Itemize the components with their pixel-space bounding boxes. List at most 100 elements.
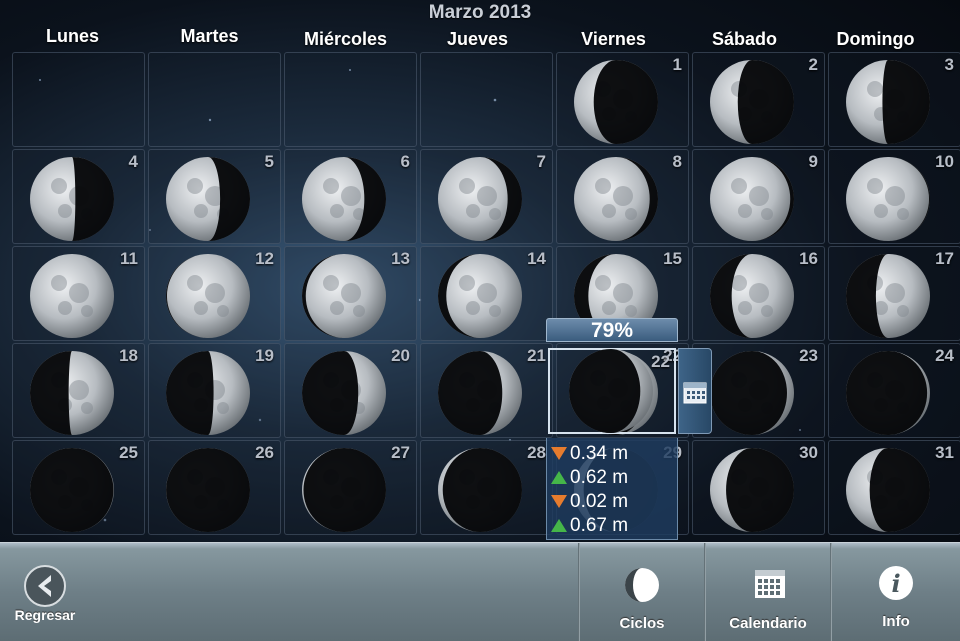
moon-phase-icon <box>166 157 250 241</box>
moon-phase-icon <box>438 448 522 532</box>
day-number: 20 <box>391 346 410 365</box>
day-number: 24 <box>935 346 954 365</box>
day-cell[interactable]: 31 <box>828 440 960 535</box>
tide-value: 0.67 m <box>570 515 629 536</box>
day-cell[interactable]: 16 <box>692 246 825 341</box>
day-cell[interactable]: 24 <box>828 343 960 438</box>
weekday-tuesday: Martes <box>180 26 239 46</box>
day-number: 11 <box>120 249 138 268</box>
info-label: Info <box>882 613 910 630</box>
day-number: 16 <box>799 249 818 268</box>
moon-phase-icon <box>710 448 794 532</box>
tide-row: 0.62 m <box>551 466 675 490</box>
day-cell[interactable]: 18 <box>12 343 145 438</box>
empty-day-cell <box>148 52 281 147</box>
moon-phase-icon <box>302 157 386 241</box>
day-cell[interactable]: 17 <box>828 246 960 341</box>
info-button[interactable]: i Info <box>832 543 960 641</box>
month-title: Marzo 2013 <box>428 2 532 23</box>
moon-cycle-icon <box>625 568 659 602</box>
day-cell[interactable]: 4 <box>12 149 145 244</box>
day-number: 30 <box>799 443 818 462</box>
day-number: 15 <box>663 249 682 268</box>
moon-phase-icon <box>30 254 114 338</box>
cycles-button[interactable]: Ciclos <box>580 543 704 641</box>
calendar-icon <box>755 570 785 598</box>
weekday-sunday: Domingo <box>836 29 915 49</box>
calendar-label: Calendario <box>729 615 807 632</box>
back-button[interactable]: Regresar <box>0 543 100 641</box>
moon-phase-icon <box>710 60 794 144</box>
tide-value: 0.02 m <box>570 491 629 512</box>
moon-phase-icon <box>30 448 114 532</box>
moon-phase-icon <box>846 60 930 144</box>
day-cell[interactable]: 13 <box>284 246 417 341</box>
day-cell[interactable]: 27 <box>284 440 417 535</box>
moon-phase-icon <box>710 254 794 338</box>
day-number: 19 <box>255 346 274 365</box>
moon-phase-icon <box>569 349 653 433</box>
day-number: 22 <box>651 352 670 371</box>
day-number: 21 <box>527 346 546 365</box>
day-cell[interactable]: 25 <box>12 440 145 535</box>
day-cell[interactable]: 21 <box>420 343 553 438</box>
moon-phase-icon <box>302 448 386 532</box>
weekday-header: Lunes Martes Miércoles Jueves Viernes Sá… <box>0 26 960 52</box>
day-cell[interactable]: 6 <box>284 149 417 244</box>
moon-phase-icon <box>302 254 386 338</box>
day-cell[interactable]: 7 <box>420 149 553 244</box>
tide-up-icon <box>551 519 567 533</box>
empty-day-cell <box>12 52 145 147</box>
tide-list: 0.34 m 0.62 m 0.02 m 0.67 m <box>546 438 678 540</box>
day-cell[interactable]: 8 <box>556 149 689 244</box>
svg-text:i: i <box>891 569 900 598</box>
bottom-toolbar: Regresar Ciclos Calendario i Info <box>0 542 960 641</box>
moon-phase-icon <box>166 254 250 338</box>
day-cell[interactable]: 26 <box>148 440 281 535</box>
illumination-percent: 79% <box>546 318 678 342</box>
tide-value: 0.34 m <box>570 443 629 464</box>
moon-phase-icon <box>438 157 522 241</box>
calendar-button[interactable]: Calendario <box>706 543 830 641</box>
moon-phase-icon <box>846 448 930 532</box>
day-cell[interactable]: 5 <box>148 149 281 244</box>
empty-day-cell <box>420 52 553 147</box>
day-number: 8 <box>672 152 682 171</box>
day-cell[interactable]: 30 <box>692 440 825 535</box>
moon-phase-icon <box>166 448 250 532</box>
moon-phase-icon <box>574 60 658 144</box>
moon-phase-icon <box>574 157 658 241</box>
day-number: 1 <box>672 55 682 74</box>
day-cell[interactable]: 28 <box>420 440 553 535</box>
weekday-saturday: Sábado <box>711 29 777 49</box>
tide-row: 0.67 m <box>551 514 675 538</box>
moon-phase-icon <box>846 351 930 435</box>
day-cell[interactable]: 3 <box>828 52 960 147</box>
moon-phase-icon <box>302 351 386 435</box>
calendar-icon <box>683 382 707 404</box>
tide-down-icon <box>551 495 567 509</box>
moon-phase-icon <box>30 157 114 241</box>
day-cell[interactable]: 12 <box>148 246 281 341</box>
day-cell[interactable]: 1 <box>556 52 689 147</box>
moon-phase-icon <box>846 157 930 241</box>
tide-row: 0.34 m <box>551 442 675 466</box>
add-to-calendar-button[interactable] <box>678 348 712 434</box>
tide-value: 0.62 m <box>570 467 629 488</box>
day-cell[interactable]: 19 <box>148 343 281 438</box>
day-number: 10 <box>935 152 954 171</box>
day-number: 14 <box>527 249 546 268</box>
moon-phase-icon <box>846 254 930 338</box>
day-number: 27 <box>391 443 410 462</box>
selected-day-cell[interactable]: 22 <box>548 348 676 434</box>
day-cell[interactable]: 14 <box>420 246 553 341</box>
weekday-friday: Viernes <box>581 29 646 49</box>
day-cell[interactable]: 2 <box>692 52 825 147</box>
moon-phase-icon <box>438 254 522 338</box>
day-cell[interactable]: 11 <box>12 246 145 341</box>
back-label: Regresar <box>14 607 76 623</box>
day-cell[interactable]: 10 <box>828 149 960 244</box>
tide-up-icon <box>551 471 567 485</box>
day-cell[interactable]: 9 <box>692 149 825 244</box>
day-cell[interactable]: 20 <box>284 343 417 438</box>
